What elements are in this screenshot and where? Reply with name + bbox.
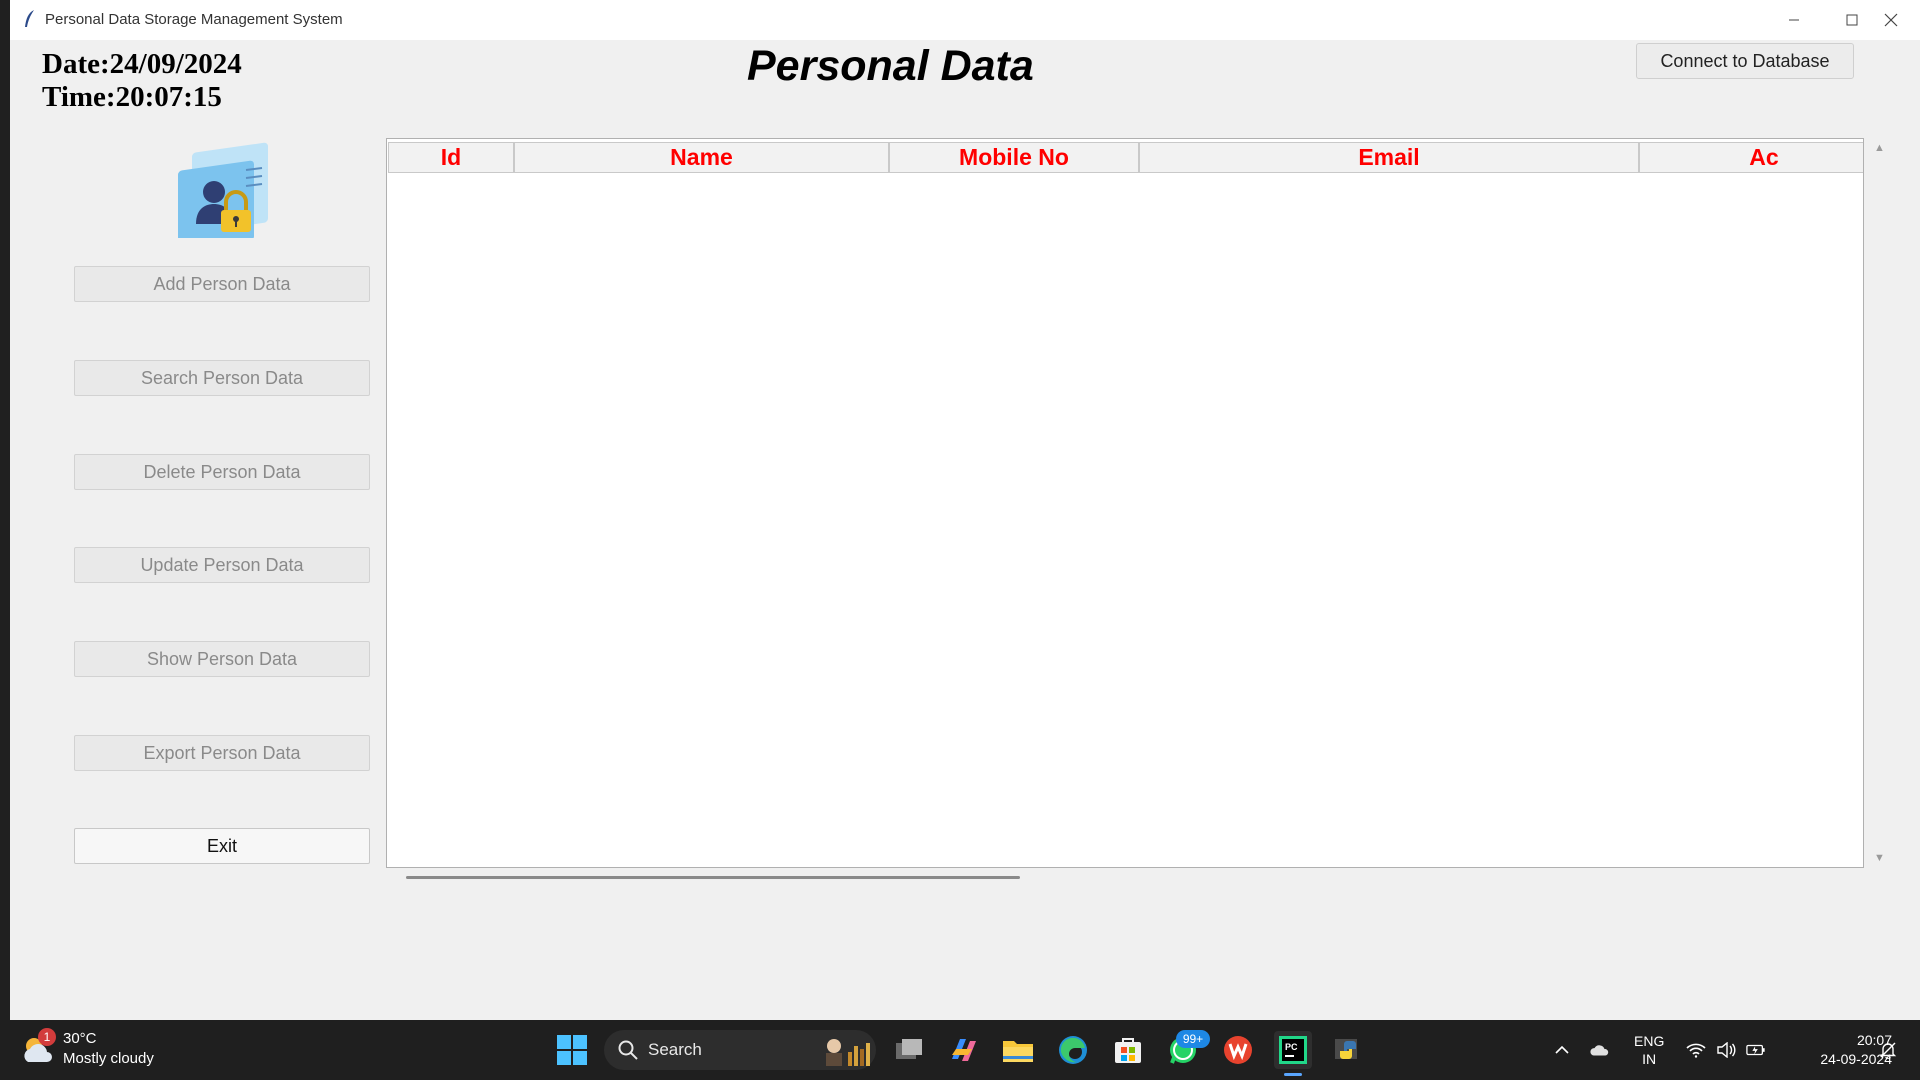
- active-app-indicator: [1284, 1073, 1302, 1076]
- column-header-email[interactable]: Email: [1139, 142, 1639, 173]
- minimize-icon: [1789, 19, 1799, 21]
- window-title: Personal Data Storage Management System: [45, 11, 343, 28]
- time-value: 20:07:15: [115, 81, 222, 113]
- language-primary: ENG: [1634, 1033, 1665, 1049]
- app-window: Personal Data Storage Management System …: [10, 0, 1920, 1020]
- onedrive-cloud-icon[interactable]: [1590, 1040, 1610, 1060]
- person-data-table[interactable]: Id Name Mobile No Email Ac: [386, 138, 1864, 868]
- time-label: Time:: [42, 81, 116, 113]
- date-label: Date:: [42, 48, 110, 80]
- horizontal-scrollbar[interactable]: [406, 876, 1020, 879]
- add-person-button[interactable]: Add Person Data: [74, 266, 370, 302]
- column-header-address[interactable]: Ac: [1639, 142, 1863, 173]
- battery-icon[interactable]: [1746, 1040, 1766, 1060]
- connect-database-button[interactable]: Connect to Database: [1636, 43, 1854, 79]
- show-hidden-icons-chevron-icon[interactable]: [1552, 1040, 1572, 1060]
- language-secondary: IN: [1642, 1051, 1657, 1067]
- search-label: Search: [648, 1040, 702, 1059]
- date-value: 24/09/2024: [109, 48, 242, 80]
- notification-bell-icon[interactable]: [1878, 1040, 1898, 1060]
- delete-person-button[interactable]: Delete Person Data: [74, 454, 370, 490]
- update-person-button[interactable]: Update Person Data: [74, 547, 370, 583]
- feather-icon: [25, 10, 34, 27]
- search-highlight-icon: [826, 1039, 870, 1066]
- person-lock-icon: [178, 142, 268, 238]
- export-person-button[interactable]: Export Person Data: [74, 735, 370, 771]
- copilot-icon[interactable]: [945, 1031, 983, 1069]
- svg-text:PC: PC: [1285, 1042, 1298, 1052]
- edge-icon[interactable]: [1054, 1031, 1092, 1069]
- clock-date[interactable]: 24-09-2024: [1786, 1051, 1892, 1067]
- task-view-icon[interactable]: [890, 1031, 928, 1069]
- close-icon: [1884, 13, 1898, 27]
- title-bar: Personal Data Storage Management System: [10, 0, 1920, 40]
- maximize-icon: [1846, 14, 1858, 26]
- whatsapp-notification-badge: 99+: [1176, 1030, 1210, 1048]
- volume-icon[interactable]: [1716, 1040, 1736, 1060]
- pycharm-icon[interactable]: PC: [1274, 1031, 1312, 1069]
- show-person-button[interactable]: Show Person Data: [74, 641, 370, 677]
- store-icon[interactable]: [1109, 1031, 1147, 1069]
- wifi-icon[interactable]: [1686, 1040, 1706, 1060]
- column-header-id[interactable]: Id: [388, 142, 514, 173]
- column-header-name[interactable]: Name: [514, 142, 889, 173]
- search-person-button[interactable]: Search Person Data: [74, 360, 370, 396]
- weather-badge: 1: [38, 1028, 56, 1046]
- weather-condition[interactable]: Mostly cloudy: [63, 1050, 154, 1067]
- python-icon[interactable]: [1329, 1031, 1367, 1069]
- minimize-button[interactable]: [1765, 0, 1823, 40]
- weather-temperature[interactable]: 30°C: [63, 1030, 97, 1047]
- scroll-up-arrow-icon[interactable]: ▲: [1874, 142, 1885, 154]
- exit-button[interactable]: Exit: [74, 828, 370, 864]
- wps-office-icon[interactable]: [1219, 1031, 1257, 1069]
- table-header: Id Name Mobile No Email Ac: [387, 142, 1863, 173]
- file-explorer-icon[interactable]: [999, 1031, 1037, 1069]
- time-display: Time:20:07:15: [42, 81, 222, 114]
- language-indicator[interactable]: ENG IN: [1634, 1032, 1664, 1068]
- page-title: Personal Data: [747, 42, 1034, 90]
- windows-start-icon[interactable]: [556, 1034, 588, 1066]
- column-header-mobile[interactable]: Mobile No: [889, 142, 1139, 173]
- search-icon: [618, 1040, 638, 1060]
- close-button[interactable]: [1862, 0, 1920, 40]
- taskbar: 1 30°C Mostly cloudy Search 99+ PC ENG I…: [0, 1020, 1920, 1080]
- scroll-down-arrow-icon[interactable]: ▼: [1874, 852, 1885, 864]
- date-display: Date:24/09/2024: [42, 48, 242, 81]
